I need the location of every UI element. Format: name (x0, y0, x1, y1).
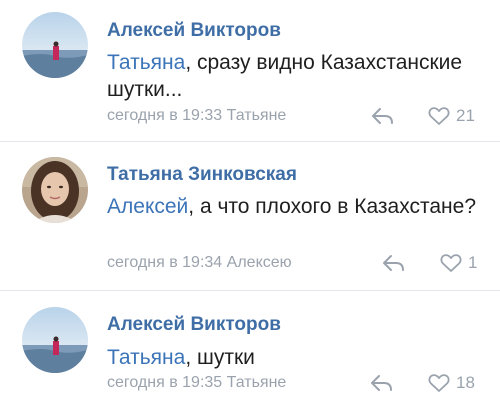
comment-item: Алексей Викторов Татьяна, шутки сегодня … (0, 291, 500, 401)
mention-link[interactable]: Татьяна (107, 51, 185, 74)
comment-time: сегодня в 19:34 (107, 254, 223, 271)
comment-item: Татьяна Зинковская Алексей, а что плохог… (0, 142, 500, 290)
mention-link[interactable]: Алексей (107, 195, 188, 218)
comment-meta: сегодня в 19:33 Татьяне (107, 107, 286, 125)
like-button[interactable]: 18 (428, 373, 475, 393)
mention-link[interactable]: Татьяна (107, 346, 185, 369)
like-count: 1 (468, 253, 478, 272)
like-button[interactable]: 1 (440, 253, 477, 273)
avatar[interactable] (22, 307, 88, 373)
heart-outline-icon (440, 254, 462, 272)
avatar[interactable] (22, 12, 88, 78)
comment-time: сегодня в 19:33 (107, 107, 223, 124)
avatar[interactable] (22, 157, 88, 223)
comment-body: , а что плохого в Казахстане? (188, 195, 477, 218)
comment-text: Татьяна, шутки (107, 344, 477, 371)
like-count: 21 (456, 106, 475, 125)
reply-arrow-icon[interactable] (370, 374, 394, 392)
comment-meta: сегодня в 19:35 Татьяне (107, 374, 286, 392)
reply-arrow-icon[interactable] (382, 254, 406, 272)
comment-text: Татьяна, сразу видно Казахстанские шутки… (107, 49, 477, 103)
like-button[interactable]: 21 (428, 106, 475, 126)
heart-outline-icon (428, 374, 450, 392)
comment-text: Алексей, а что плохого в Казахстане? (107, 193, 477, 220)
reply-target[interactable]: Алексею (227, 254, 292, 271)
comment-body: , шутки (185, 346, 255, 369)
comment-author[interactable]: Алексей Викторов (107, 20, 281, 42)
like-count: 18 (456, 373, 475, 392)
reply-target[interactable]: Татьяне (227, 107, 287, 124)
reply-target[interactable]: Татьяне (227, 374, 287, 391)
comment-author[interactable]: Алексей Викторов (107, 314, 281, 336)
comment-time: сегодня в 19:35 (107, 374, 223, 391)
comment-item: Алексей Викторов Татьяна, сразу видно Ка… (0, 0, 500, 141)
comment-meta: сегодня в 19:34 Алексею (107, 254, 292, 272)
reply-arrow-icon[interactable] (371, 107, 395, 125)
heart-outline-icon (428, 107, 450, 125)
comment-author[interactable]: Татьяна Зинковская (107, 164, 297, 186)
